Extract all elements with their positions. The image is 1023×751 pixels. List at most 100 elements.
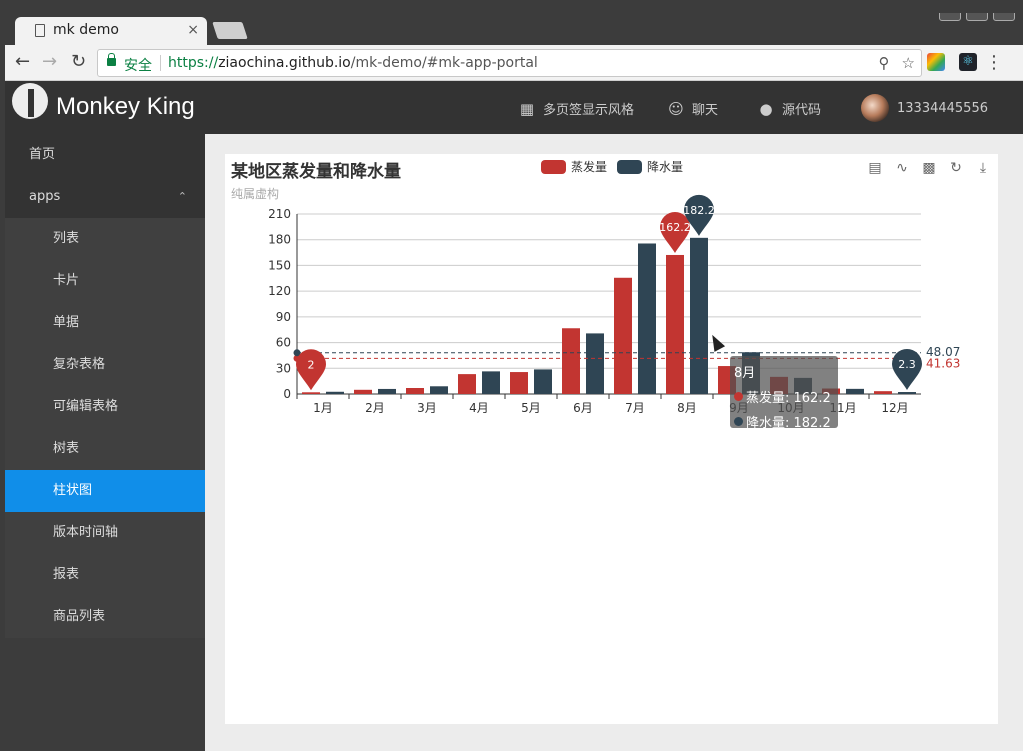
sidebar-item-label: 可编辑表格 (53, 399, 119, 414)
tooltip-dot (734, 392, 743, 401)
data-view-icon[interactable]: ▤ (866, 159, 884, 177)
sidebar-item-home[interactable]: 首页 (5, 134, 205, 176)
tooltip-row: 降水量: 182.2 (734, 412, 834, 431)
address-bar[interactable]: 安全 https://ziaochina.github.io/mk-demo/#… (97, 49, 922, 77)
colorful-extension-icon[interactable] (927, 53, 945, 71)
bar[interactable] (406, 388, 424, 394)
bar[interactable] (898, 392, 916, 394)
url-text[interactable]: https://ziaochina.github.io/mk-demo/#mk-… (168, 55, 538, 71)
x-tick-label: 8月 (677, 401, 697, 415)
sidebar-item-product-list[interactable]: 商品列表 (5, 596, 205, 638)
react-devtools-icon[interactable]: ⚛ (959, 53, 977, 71)
bar-chart[interactable]: 03060901201501802101月2月3月4月5月6月7月8月9月10月… (225, 154, 998, 454)
header-user-phone: 13334445556 (897, 100, 988, 116)
sidebar-item-label: 列表 (53, 231, 80, 246)
tooltip-title: 8月 (734, 366, 756, 381)
x-tick-label: 6月 (573, 401, 593, 415)
restore-icon[interactable]: ↻ (947, 159, 965, 177)
address-separator (160, 55, 161, 71)
header-multi-tab-style[interactable]: ▦ 多页签显示风格 (519, 99, 635, 119)
x-tick-label: 3月 (417, 401, 437, 415)
legend-label: 蒸发量 (571, 160, 608, 174)
header-chat[interactable]: ☺ 聊天 (668, 99, 719, 119)
close-window-button[interactable] (993, 13, 1015, 21)
sidebar-item-label: 卡片 (53, 273, 80, 288)
bar[interactable] (666, 254, 684, 394)
maximize-button[interactable] (966, 13, 988, 21)
forward-arrow-icon[interactable]: → (42, 51, 57, 72)
bar[interactable] (458, 374, 476, 394)
reload-icon[interactable]: ↻ (71, 51, 86, 72)
tooltip-dot (734, 417, 743, 426)
sidebar-item-voucher[interactable]: 单据 (5, 302, 205, 344)
x-tick-label: 5月 (521, 401, 541, 415)
download-icon[interactable]: ⤓ (974, 159, 992, 177)
legend-item-precipitation[interactable]: 降水量 (617, 158, 683, 175)
bar[interactable] (302, 392, 320, 394)
browser-toolbar: ← → ↻ 安全 https://ziaochina.github.io/mk-… (5, 45, 1023, 81)
back-arrow-icon[interactable]: ← (15, 51, 30, 72)
bar[interactable] (354, 389, 372, 394)
sidebar-item-complex-table[interactable]: 复杂表格 (5, 344, 205, 386)
bar[interactable] (534, 369, 552, 394)
star-icon[interactable]: ☆ (902, 54, 915, 72)
document-icon (35, 24, 45, 37)
mark-point-label: 2.3 (898, 358, 916, 371)
window-controls (939, 13, 1015, 21)
sidebar-item-list[interactable]: 列表 (5, 218, 205, 260)
app-logo[interactable] (12, 83, 48, 119)
header-item-label: 多页签显示风格 (543, 103, 635, 118)
bar[interactable] (614, 277, 632, 394)
bar[interactable] (874, 391, 892, 394)
app-title[interactable]: Monkey King (56, 93, 195, 121)
bar[interactable] (638, 243, 656, 394)
main-content: 03060901201501802101月2月3月4月5月6月7月8月9月10月… (205, 134, 1023, 751)
line-chart-icon[interactable]: ∿ (893, 159, 911, 177)
bar[interactable] (326, 391, 344, 394)
browser-tab[interactable]: mk demo × (15, 17, 207, 45)
sidebar-item-label: 版本时间轴 (53, 525, 119, 540)
bar[interactable] (586, 333, 604, 394)
minimize-button[interactable] (939, 13, 961, 21)
bar-chart-icon[interactable]: ▩ (920, 159, 938, 177)
sidebar-item-timeline[interactable]: 版本时间轴 (5, 512, 205, 554)
app-header: Monkey King ▦ 多页签显示风格 ☺ 聊天 ● 源代码 1333444… (5, 81, 1023, 134)
avatar (861, 94, 889, 122)
header-item-label: 聊天 (692, 103, 719, 118)
sidebar-item-label: 首页 (29, 147, 56, 162)
new-tab-button[interactable] (212, 22, 248, 39)
x-tick-label: 1月 (313, 401, 333, 415)
sidebar-item-label: apps (29, 189, 61, 204)
bar[interactable] (562, 328, 580, 394)
header-source-code[interactable]: ● 源代码 (758, 99, 821, 119)
legend-swatch (617, 159, 643, 174)
bar[interactable] (690, 237, 708, 394)
sidebar-item-bar-chart[interactable]: 柱状图 (5, 470, 205, 512)
sidebar-item-label: 商品列表 (53, 609, 106, 624)
sidebar-item-editable-table[interactable]: 可编辑表格 (5, 386, 205, 428)
chat-icon: ☺ (668, 99, 684, 118)
bar[interactable] (378, 388, 396, 394)
x-tick-label: 2月 (365, 401, 385, 415)
sidebar-item-tree-table[interactable]: 树表 (5, 428, 205, 470)
tab-close-icon[interactable]: × (187, 22, 199, 38)
github-icon: ● (759, 99, 773, 118)
sidebar-item-label: 单据 (53, 315, 80, 330)
y-tick-label: 180 (268, 233, 291, 247)
sidebar-item-label: 树表 (53, 441, 80, 456)
legend-label: 降水量 (647, 160, 684, 174)
sidebar-item-label: 复杂表格 (53, 357, 106, 372)
sidebar-item-report[interactable]: 报表 (5, 554, 205, 596)
browser-menu-icon[interactable]: ⋮ (985, 52, 1003, 73)
key-icon[interactable]: ⚲ (879, 54, 890, 72)
legend-item-evaporation[interactable]: 蒸发量 (541, 158, 607, 175)
grid-icon: ▦ (519, 99, 535, 118)
bar[interactable] (430, 386, 448, 394)
bar[interactable] (482, 371, 500, 394)
header-user[interactable]: 13334445556 (861, 94, 988, 122)
bar[interactable] (510, 372, 528, 394)
sidebar-item-card[interactable]: 卡片 (5, 260, 205, 302)
sidebar-item-label: 报表 (53, 567, 80, 582)
sidebar-item-apps[interactable]: apps ⌃ (5, 176, 205, 218)
bar[interactable] (846, 388, 864, 394)
